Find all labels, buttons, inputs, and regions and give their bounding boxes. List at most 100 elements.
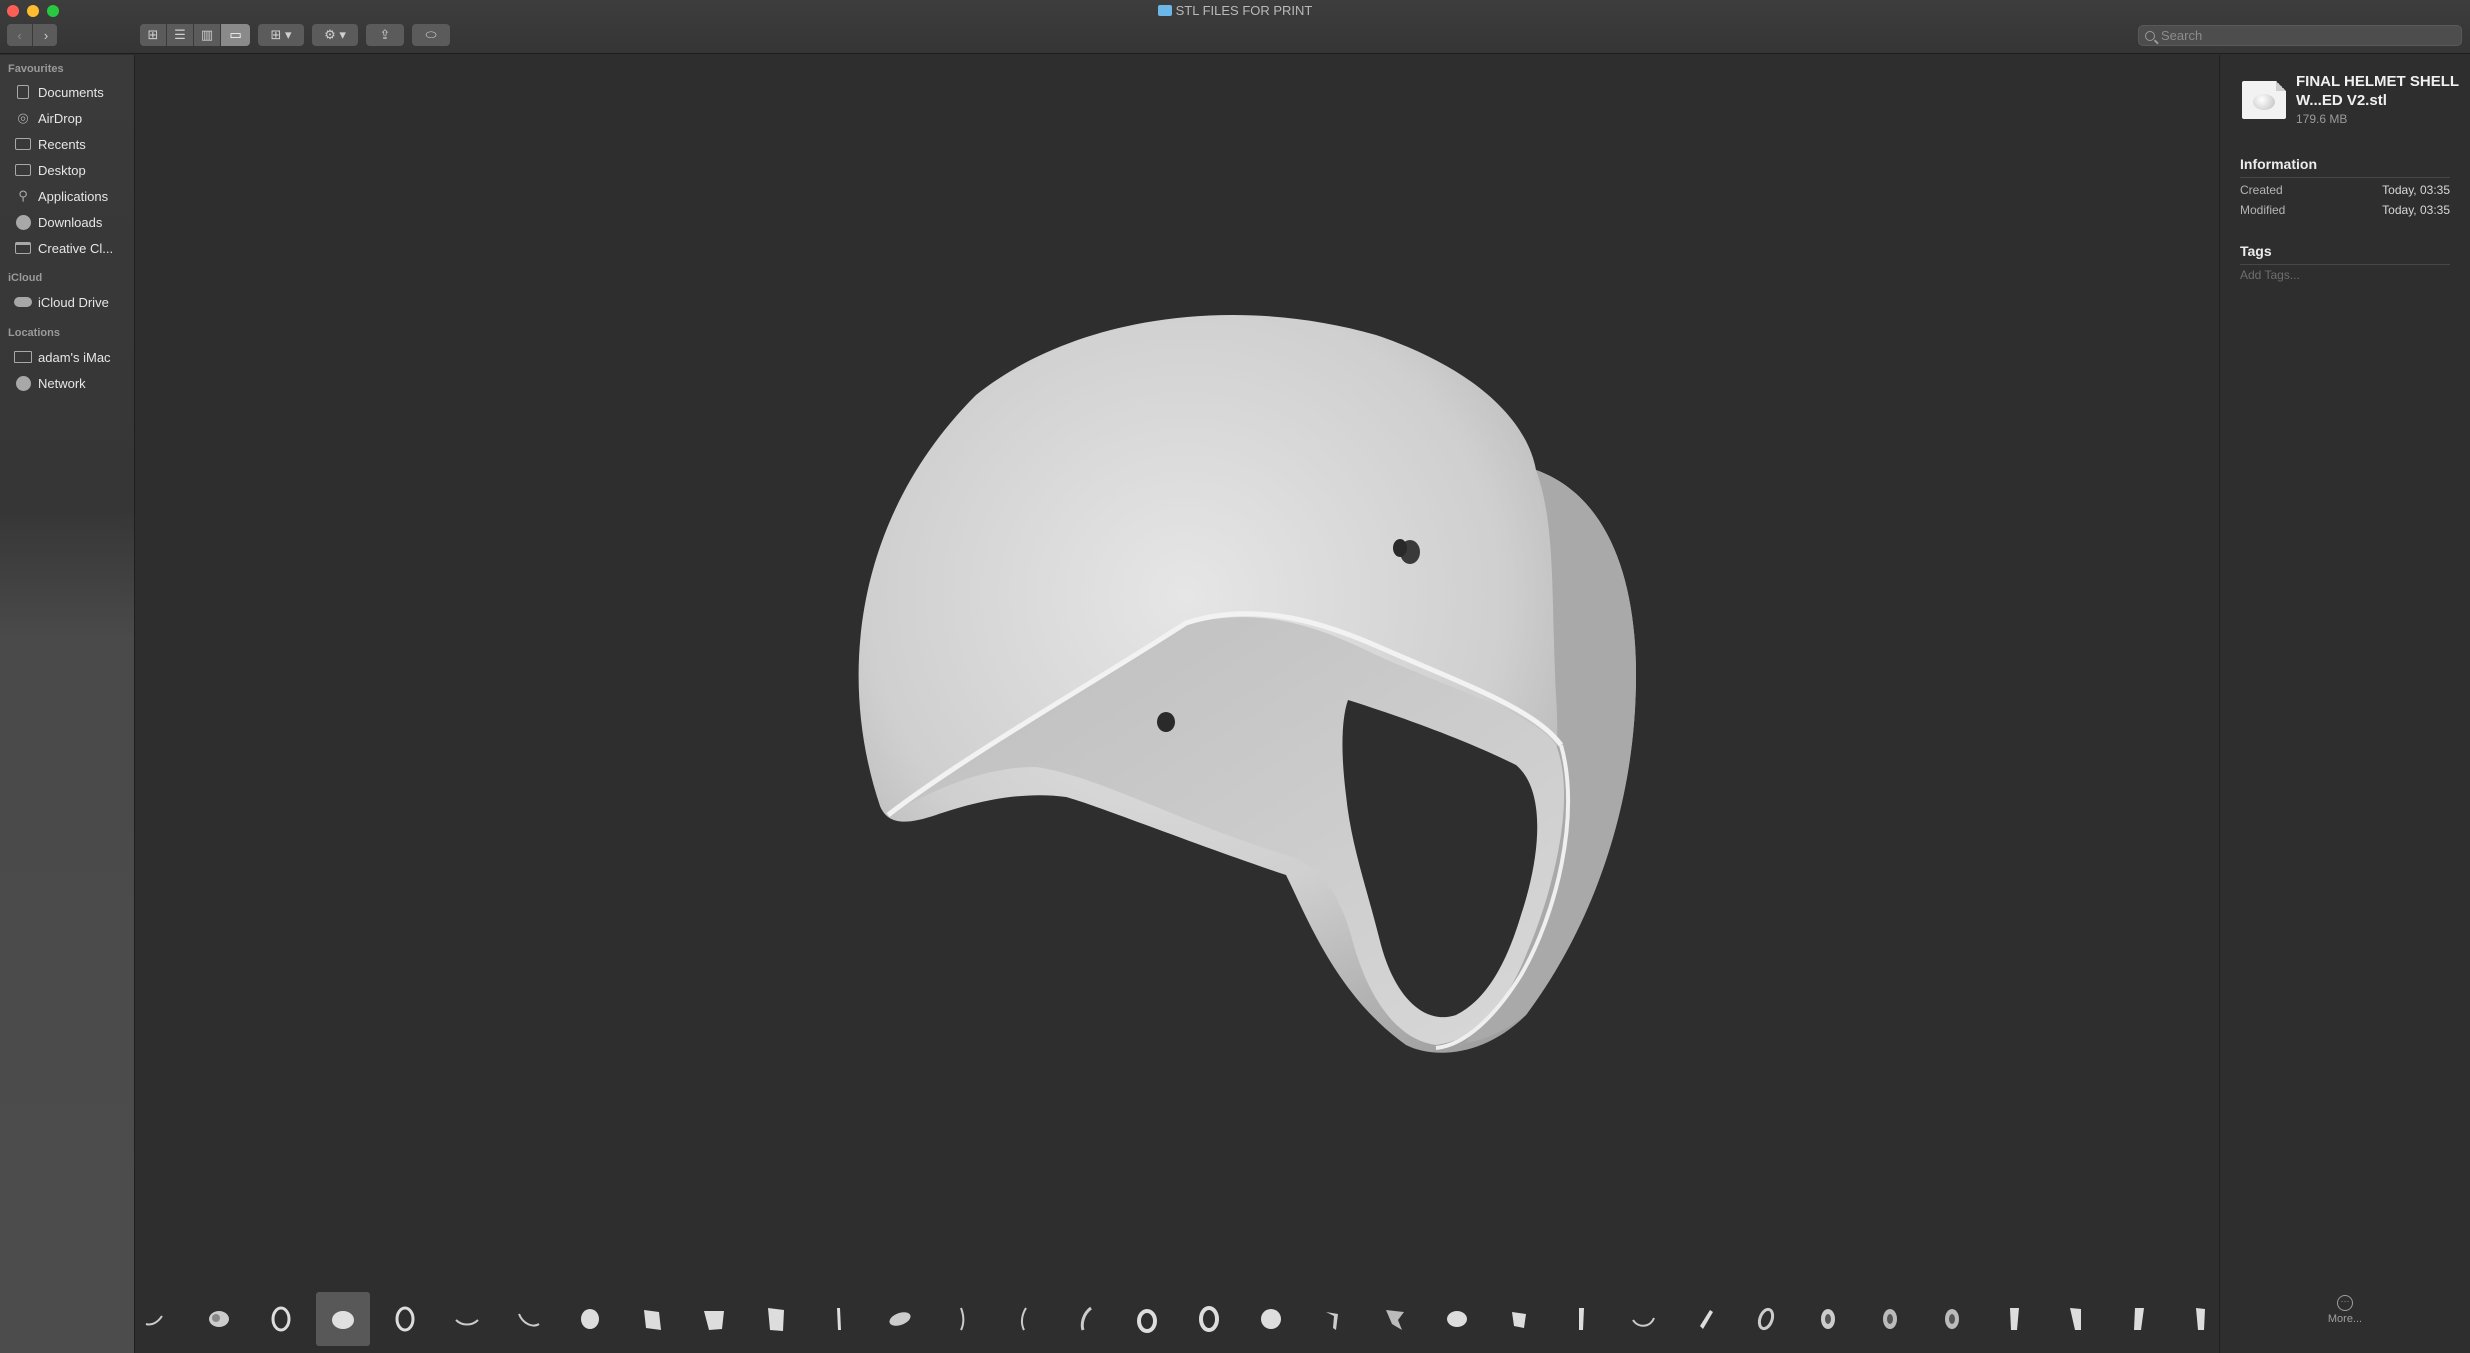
search-icon (2145, 30, 2155, 41)
filmstrip-thumbnail[interactable] (130, 1292, 184, 1346)
divider (2240, 264, 2450, 265)
share-button[interactable]: ⇪ (366, 24, 404, 46)
filmstrip-thumbnail[interactable] (378, 1292, 432, 1346)
filmstrip-thumbnail[interactable] (1430, 1292, 1484, 1346)
file-name: FINAL HELMET SHELL W...ED V2.stl (2296, 73, 2459, 109)
filmstrip-thumbnail[interactable] (2049, 1292, 2103, 1346)
filmstrip-thumbnail[interactable] (1492, 1292, 1546, 1346)
back-button[interactable]: ‹ (7, 24, 33, 46)
list-view-button[interactable]: ☰ (167, 24, 194, 46)
forward-button[interactable]: › (33, 24, 57, 46)
filmstrip-thumbnail[interactable] (1863, 1292, 1917, 1346)
applications-icon: ⚲ (18, 188, 28, 203)
filmstrip-thumbnail[interactable] (1925, 1292, 1979, 1346)
sidebar-item-documents[interactable]: Documents (14, 81, 132, 103)
filmstrip-thumbnail[interactable] (1059, 1292, 1113, 1346)
locations-heading: Locations (8, 327, 60, 339)
computer-icon (14, 350, 32, 364)
filmstrip-thumbnail[interactable] (2111, 1292, 2165, 1346)
divider (2240, 177, 2450, 178)
sidebar-item-label: AirDrop (38, 110, 83, 126)
filmstrip-thumbnail[interactable] (1182, 1292, 1236, 1346)
filmstrip-thumbnail[interactable] (749, 1292, 803, 1346)
filmstrip-thumbnail[interactable] (625, 1292, 679, 1346)
filmstrip-thumbnail[interactable] (1306, 1292, 1360, 1346)
recents-icon (14, 137, 32, 151)
sidebar-item-label: Creative Cl... (38, 240, 114, 256)
folder-icon (14, 241, 32, 255)
sidebar-item-label: iCloud Drive (38, 294, 109, 310)
created-value: Today, 03:35 (2382, 183, 2450, 197)
sidebar: Favourites Documents ◎ AirDrop Recents D… (0, 55, 135, 1353)
search-field[interactable]: Search (2138, 25, 2462, 46)
toolbar: STL FILES FOR PRINT ‹ › ⊞ ☰ ▥ ▭ ⊞ ▾ ⚙ ▾ … (0, 0, 2470, 54)
filmstrip-thumbnail[interactable] (935, 1292, 989, 1346)
filmstrip-thumbnail[interactable] (1678, 1292, 1732, 1346)
sidebar-item-icloud-drive[interactable]: iCloud Drive (14, 291, 132, 313)
more-icon: ··· (2337, 1295, 2353, 1311)
sidebar-item-imac[interactable]: adam's iMac (14, 346, 132, 368)
filmstrip-thumbnail[interactable] (1244, 1292, 1298, 1346)
sidebar-item-downloads[interactable]: Downloads (14, 211, 132, 233)
column-view-button[interactable]: ▥ (194, 24, 221, 46)
filmstrip-thumbnail[interactable] (1368, 1292, 1422, 1346)
sidebar-item-applications[interactable]: ⚲ Applications (14, 185, 132, 207)
helmet-preview-image (858, 315, 1636, 1053)
sidebar-item-label: Network (38, 375, 86, 391)
filmstrip-thumbnail[interactable] (254, 1292, 308, 1346)
window-title: STL FILES FOR PRINT (0, 3, 2470, 18)
filmstrip-thumbnail[interactable] (2173, 1292, 2227, 1346)
filmstrip-thumbnail[interactable] (563, 1292, 617, 1346)
filmstrip-thumbnail[interactable] (440, 1292, 494, 1346)
favourites-heading: Favourites (8, 63, 64, 75)
filmstrip (136, 1290, 2218, 1353)
modified-row: Modified Today, 03:35 (2240, 203, 2450, 217)
sidebar-item-network[interactable]: Network (14, 372, 132, 394)
filmstrip-thumbnail[interactable] (1616, 1292, 1670, 1346)
sidebar-item-desktop[interactable]: Desktop (14, 159, 132, 181)
folder-icon (1157, 5, 1172, 16)
filmstrip-thumbnail[interactable] (1554, 1292, 1608, 1346)
sidebar-item-recents[interactable]: Recents (14, 133, 132, 155)
sidebar-item-airdrop[interactable]: ◎ AirDrop (14, 107, 132, 129)
sidebar-item-label: Applications (38, 188, 109, 204)
filmstrip-thumbnail[interactable] (315, 1292, 370, 1346)
filmstrip-thumbnail[interactable] (873, 1292, 927, 1346)
modified-value: Today, 03:35 (2382, 203, 2450, 217)
sidebar-item-label: Documents (38, 84, 104, 100)
downloads-icon (14, 214, 32, 230)
more-button[interactable]: ··· More... (2320, 1295, 2370, 1325)
filmstrip-thumbnail[interactable] (1801, 1292, 1855, 1346)
information-heading: Information (2240, 156, 2317, 172)
globe-icon (14, 375, 32, 391)
finder-window: STL FILES FOR PRINT ‹ › ⊞ ☰ ▥ ▭ ⊞ ▾ ⚙ ▾ … (0, 0, 2470, 1353)
gallery-preview[interactable] (136, 55, 2218, 1353)
filmstrip-thumbnail[interactable] (997, 1292, 1051, 1346)
group-by-group: ⊞ ▾ (258, 24, 304, 46)
tag-button[interactable]: ⬭ (412, 24, 450, 46)
sidebar-item-creative-cloud[interactable]: Creative Cl... (14, 237, 132, 259)
filmstrip-thumbnail[interactable] (811, 1292, 865, 1346)
gallery-view-button[interactable]: ▭ (221, 24, 250, 46)
add-tags-field[interactable]: Add Tags... (2240, 268, 2300, 282)
group-by-button[interactable]: ⊞ ▾ (258, 24, 304, 46)
filmstrip-thumbnail[interactable] (192, 1292, 246, 1346)
icon-view-button[interactable]: ⊞ (140, 24, 167, 46)
window-title-text: STL FILES FOR PRINT (1175, 3, 1313, 18)
modified-label: Modified (2240, 203, 2286, 217)
filmstrip-thumbnail[interactable] (1120, 1292, 1174, 1346)
sidebar-item-label: Downloads (38, 214, 103, 230)
filmstrip-thumbnail[interactable] (501, 1292, 555, 1346)
view-mode-group: ⊞ ☰ ▥ ▭ (140, 24, 250, 46)
filmstrip-thumbnail[interactable] (1987, 1292, 2041, 1346)
search-placeholder: Search (2161, 28, 2203, 43)
icloud-heading: iCloud (8, 272, 43, 284)
filmstrip-thumbnail[interactable] (687, 1292, 741, 1346)
tags-heading: Tags (2240, 243, 2272, 259)
desktop-icon (14, 163, 32, 177)
action-group: ⚙ ▾ (312, 24, 358, 46)
filmstrip-thumbnail[interactable] (1739, 1292, 1793, 1346)
navigation-group: ‹ › (7, 24, 57, 46)
file-size: 179.6 MB (2296, 112, 2348, 126)
action-gear-button[interactable]: ⚙ ▾ (312, 24, 358, 46)
